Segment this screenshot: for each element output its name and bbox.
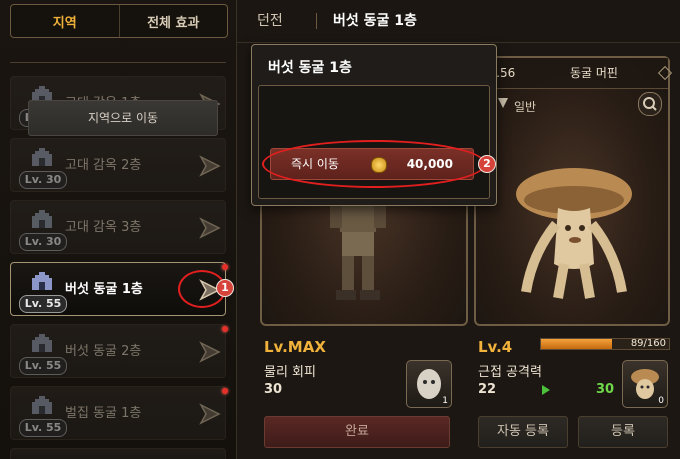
diamond-ornament-icon xyxy=(657,65,673,81)
step-badge-1: 1 xyxy=(216,279,234,297)
left-card-level: Lv.MAX xyxy=(264,338,326,356)
region-item[interactable]: Lv. 55 버섯 동굴 2층 xyxy=(10,324,226,378)
breadcrumb-dungeon[interactable]: 던전 xyxy=(257,0,283,42)
header-monster-name: 동굴 머핀 xyxy=(570,66,618,80)
right-item-slot[interactable]: 0 xyxy=(622,360,668,408)
right-card-stat-value: 22 xyxy=(478,382,497,397)
level-badge: Lv. 55 xyxy=(19,357,67,375)
region-name: 고대 감옥 2층 xyxy=(65,158,142,173)
notification-dot xyxy=(222,264,228,270)
level-badge: Lv. 55 xyxy=(19,295,67,313)
zoom-search-button[interactable] xyxy=(638,92,662,116)
castle-icon xyxy=(32,334,52,352)
level-badge: Lv. 55 xyxy=(19,419,67,437)
step-badge-2: 2 xyxy=(478,155,496,173)
right-card-stat-name: 근접 공격력 xyxy=(478,365,542,380)
monster-portrait-icon xyxy=(631,369,659,399)
auto-register-button[interactable]: 자동 등록 xyxy=(478,416,568,448)
list-divider xyxy=(10,62,226,63)
breadcrumb: 던전 버섯 동굴 1층 xyxy=(237,0,680,43)
grade-label: 일반 xyxy=(514,100,537,114)
mushroom-monster-icon xyxy=(516,168,632,299)
region-item[interactable]: Lv. 30 고대 감옥 3층 xyxy=(10,200,226,254)
region-name: 벌집 동굴 1층 xyxy=(65,406,142,421)
tab-region[interactable]: 지역 xyxy=(11,5,119,37)
region-item-partial xyxy=(10,448,226,459)
item-count: 0 xyxy=(658,396,664,406)
castle-icon xyxy=(32,210,52,228)
region-name: 버섯 동굴 1층 xyxy=(65,282,143,297)
region-item[interactable]: Lv. 55 벌집 동굴 1층 xyxy=(10,386,226,440)
region-item[interactable]: Lv. 30 고대 감옥 2층 xyxy=(10,138,226,192)
move-to-region-button[interactable]: 지역으로 이동 xyxy=(28,100,218,136)
notification-dot xyxy=(222,388,228,394)
move-arrow-icon[interactable] xyxy=(197,341,221,363)
move-arrow-icon[interactable] xyxy=(197,217,221,239)
castle-icon xyxy=(32,396,52,414)
right-card-stat-next: 30 xyxy=(596,382,615,397)
region-name: 고대 감옥 3층 xyxy=(65,220,142,235)
left-card-stat-name: 물리 회피 xyxy=(264,365,316,380)
level-badge: Lv. 30 xyxy=(19,233,67,251)
complete-button[interactable]: 완료 xyxy=(264,416,450,448)
breadcrumb-separator xyxy=(316,13,317,29)
left-item-slot[interactable]: 1 xyxy=(406,360,452,408)
grade-icon xyxy=(498,98,508,108)
card-header: v.56 동굴 머핀 xyxy=(476,58,673,89)
popup-title: 버섯 동굴 1층 xyxy=(268,60,352,76)
level-badge: Lv. 30 xyxy=(19,171,67,189)
highlight-circle xyxy=(262,140,486,188)
notification-dot xyxy=(222,326,228,332)
castle-icon xyxy=(32,148,52,166)
item-count: 1 xyxy=(442,396,448,406)
monster-card-right[interactable]: v.56 동굴 머핀 일반 xyxy=(474,56,673,326)
xp-progress-text: 89/160 xyxy=(630,338,666,349)
move-arrow-icon[interactable] xyxy=(197,403,221,425)
right-card-level: Lv.4 xyxy=(478,338,513,356)
region-tabs: 지역 전체 효과 xyxy=(10,4,228,38)
move-arrow-icon[interactable] xyxy=(197,155,221,177)
castle-icon xyxy=(32,272,52,290)
region-name: 버섯 동굴 2층 xyxy=(65,344,142,359)
tab-all-effects[interactable]: 전체 효과 xyxy=(118,5,228,37)
register-button[interactable]: 등록 xyxy=(578,416,668,448)
breadcrumb-current: 버섯 동굴 1층 xyxy=(333,13,417,29)
monster-portrait-icon xyxy=(417,369,441,399)
increase-arrow-icon xyxy=(542,385,550,395)
left-card-stat-value: 30 xyxy=(264,382,283,397)
search-icon xyxy=(643,97,657,111)
